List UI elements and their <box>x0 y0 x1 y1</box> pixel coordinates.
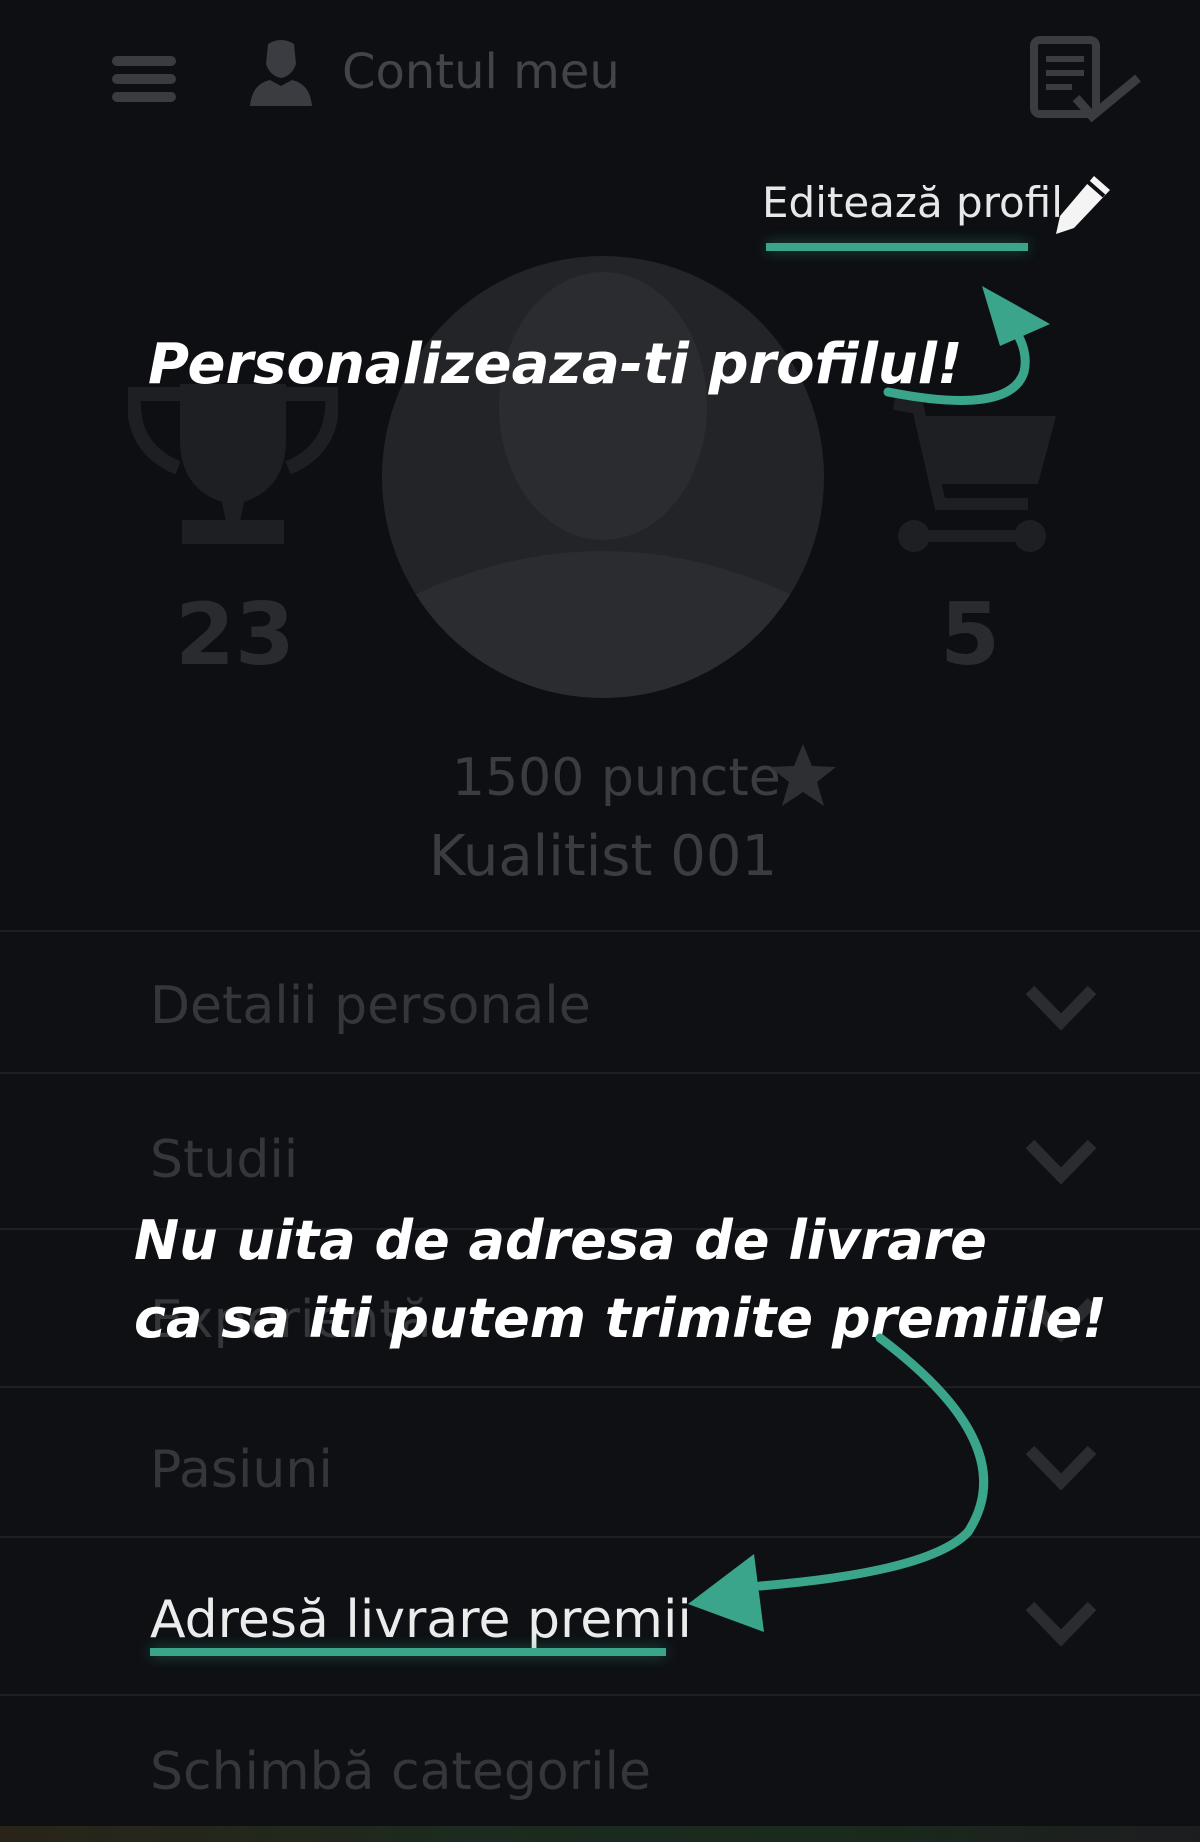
arrow-head <box>688 1554 764 1632</box>
bottom-edge <box>0 1826 1200 1842</box>
annotation-arrows <box>688 286 1050 1632</box>
arrow-head <box>982 286 1050 346</box>
arrow-to-delivery-address <box>755 1333 989 1591</box>
